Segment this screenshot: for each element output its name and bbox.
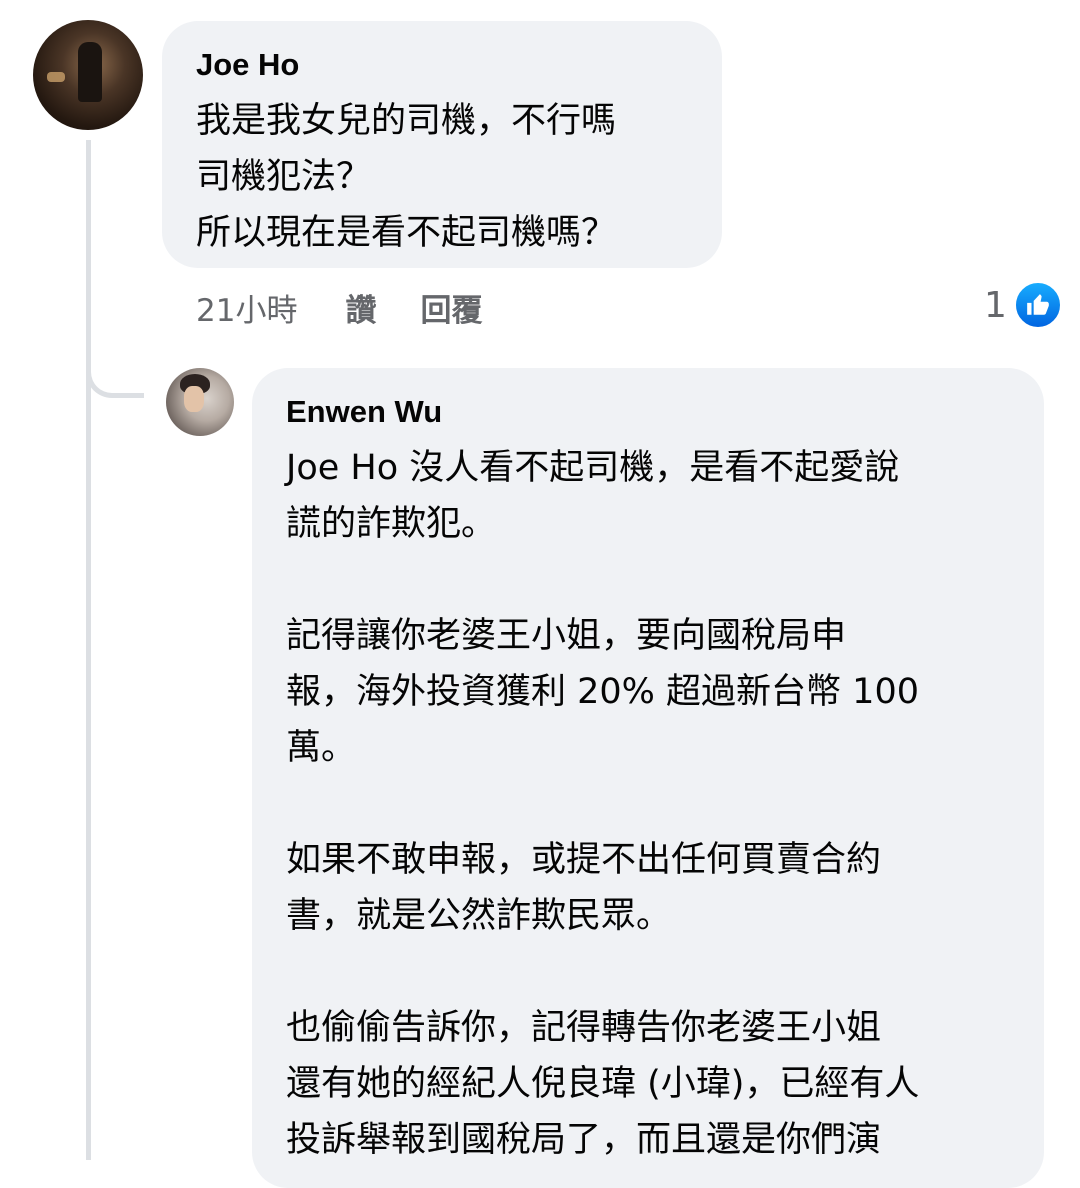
comment-timestamp[interactable]: 21小時	[196, 285, 297, 330]
comment-text-line: 報，海外投資獲利 20% 超過新台幣 100	[286, 672, 919, 712]
comment-text-line: 還有她的經紀人倪良瑋 (小瑋)，已經有人	[286, 1064, 920, 1104]
avatar-joe-ho[interactable]	[33, 20, 143, 130]
comment-text-line: 書，就是公然詐欺民眾。	[286, 896, 672, 936]
comment-author[interactable]: Enwen Wu	[286, 392, 1010, 432]
avatar-detail	[78, 42, 102, 102]
reply-connector	[86, 350, 144, 398]
thread-line	[86, 140, 91, 1160]
comment-bubble-enwen-wu: Enwen Wu Joe Ho 沒人看不起司機，是看不起愛說 謊的詐欺犯。 記得…	[252, 368, 1044, 1188]
comment-text-line: 投訴舉報到國稅局了，而且還是你們演	[286, 1120, 882, 1160]
like-icon	[1012, 280, 1063, 330]
comment-text-line: 記得讓你老婆王小姐，要向國稅局申	[286, 616, 847, 656]
comment-text-line: 我是我女兒的司機，不行嗎	[196, 101, 617, 141]
comment-text-line: 如果不敢申報，或提不出任何買賣合約	[286, 840, 882, 880]
comment-bubble-joe-ho: Joe Ho 我是我女兒的司機，不行嗎 司機犯法？ 所以現在是看不起司機嗎？	[162, 21, 722, 268]
thumbs-up-icon	[1027, 294, 1049, 315]
comment-text-line: 萬。	[286, 728, 357, 768]
comment-text-line: 司機犯法？	[196, 157, 372, 197]
avatar-detail	[184, 386, 204, 412]
avatar-enwen-wu[interactable]	[166, 368, 234, 436]
reply-button[interactable]: 回覆	[420, 285, 482, 330]
comment-meta-row: 21小時 讚 回覆	[196, 282, 526, 332]
reaction-summary[interactable]: 1	[984, 280, 1063, 330]
comment-text-line: 也偷偷告訴你，記得轉告你老婆王小姐	[286, 1008, 882, 1048]
avatar-detail	[47, 72, 65, 82]
like-button[interactable]: 讚	[345, 285, 376, 330]
comment-text-line: 所以現在是看不起司機嗎？	[196, 213, 617, 253]
comment-text-line: Joe Ho 沒人看不起司機，是看不起愛說	[286, 448, 900, 488]
reaction-count: 1	[984, 284, 1007, 326]
comment-text-line: 謊的詐欺犯。	[286, 504, 497, 544]
comment-author[interactable]: Joe Ho	[196, 45, 688, 85]
